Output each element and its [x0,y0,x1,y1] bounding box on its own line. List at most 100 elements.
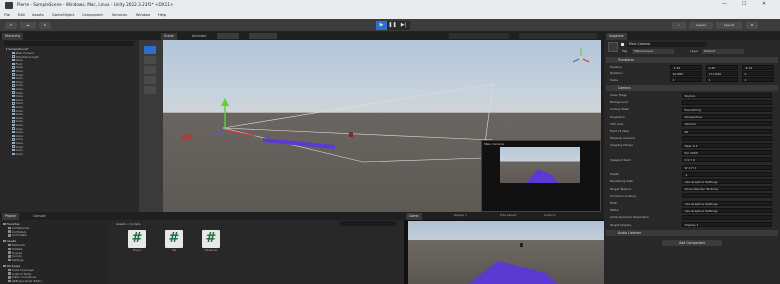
settings-icon[interactable]: ⚙ [746,22,758,29]
transform-header[interactable]: Transform [606,57,778,63]
property-value[interactable] [682,99,772,105]
property-value[interactable]: 60 [682,128,772,134]
scene-tabstrip: Scene Animator [139,32,601,40]
layout-dropdown[interactable]: Layout [716,22,742,29]
property-value[interactable]: Far 1000 [682,150,772,156]
property-value[interactable]: Use Graphics Settings [682,200,772,206]
aspect-dropdown[interactable]: Free Aspect [500,213,516,217]
transform-x-field[interactable]: 10.685 [670,70,702,76]
property-value[interactable]: Perspective [682,114,772,120]
property-value[interactable]: Use Graphics Settings [682,178,772,184]
tab-hierarchy[interactable]: Hierarchy [2,33,24,40]
menu-help[interactable]: Help [158,13,166,17]
minimize-button[interactable]: — [722,1,727,7]
property-value[interactable]: Vertical [682,121,772,127]
property-value[interactable]: Display 1 [682,222,772,228]
script-asset[interactable]: # Obstacles [200,230,222,256]
tab-inspector[interactable]: Inspector [606,33,627,40]
tab-animator[interactable]: Animator [189,33,210,40]
hierarchy-item[interactable]: Cube [12,152,23,156]
property-value[interactable]: Use Graphics Settings [682,207,772,213]
rotate-tool-icon[interactable] [144,66,156,74]
property-value[interactable]: W 1 H 1 [682,164,772,170]
scene-view[interactable]: Main Camera [163,40,601,212]
rect-tool-icon[interactable] [144,86,156,94]
tab-game[interactable]: Game [406,213,422,220]
audio-listener-header[interactable]: Audio Listener [606,230,778,236]
property-value[interactable]: Skybox [682,92,772,98]
property-value[interactable]: Near 0.3 [682,142,772,148]
pause-icon[interactable]: ❚❚ [387,21,398,30]
menu-gameobject[interactable]: GameObject [52,13,74,17]
transform-z-field[interactable]: -6.13 [742,64,774,70]
transform-y-field[interactable]: 0.45 [706,64,738,70]
scene-view-options[interactable] [449,33,509,39]
transform-y-field[interactable]: 1 [706,77,738,83]
breadcrumb[interactable]: Assets > Scripts [116,222,140,226]
scene-gizmos-options[interactable] [519,33,597,39]
tab-scene[interactable]: Scene [161,33,177,40]
script-asset[interactable]: # Obj [163,230,185,256]
orientation-gizmo[interactable] [572,48,590,63]
transform-z-field[interactable]: 1 [742,77,774,83]
active-checkbox[interactable] [621,43,624,46]
gizmo-x-axis[interactable] [224,129,256,137]
cube-icon [12,152,15,156]
tag-dropdown[interactable]: MainCamera [632,48,674,54]
layers-dropdown[interactable]: Layers [689,22,713,29]
menu-window[interactable]: Window [136,13,150,17]
transform-z-field[interactable]: 0 [742,70,774,76]
gizmo-y-arrow[interactable] [221,98,229,106]
display-dropdown[interactable]: Display 1 [454,213,467,217]
hand-tool-icon[interactable] [144,46,156,54]
project-search-input[interactable] [340,221,396,226]
property-value[interactable] [682,193,772,199]
scene-center-dropdown[interactable] [217,33,239,39]
layer-dropdown[interactable]: Default [702,48,744,54]
camera-header[interactable]: Camera [606,85,778,91]
cube-object[interactable] [263,138,335,149]
tree-item[interactable]: JetBrains Rider Editor [8,279,42,283]
transform-y-field[interactable]: 171.669 [706,70,738,76]
property-value[interactable]: None (Render Texture) [682,186,772,192]
maximize-button[interactable]: ☐ [742,1,746,7]
property-value[interactable] [682,135,772,141]
menu-assets[interactable]: Assets [32,13,44,17]
play-icon[interactable]: ▶ [376,21,387,30]
property-value[interactable] [682,214,772,220]
tree-item[interactable]: All Prefabs [8,233,27,237]
add-component-button[interactable]: Add Component [662,240,722,246]
transform-x-field[interactable]: 1 [670,77,702,83]
menu-file[interactable]: File [4,13,10,17]
close-button[interactable]: ✕ [762,1,766,7]
property-value[interactable]: Everything [682,106,772,112]
property-value[interactable]: -1 [682,171,772,177]
red-object[interactable] [181,134,193,140]
hierarchy-search-input[interactable] [4,41,134,46]
scale-slider[interactable]: Scale 1x [544,213,556,217]
script-asset[interactable]: # Player [126,230,148,256]
menu-edit[interactable]: Edit [18,13,25,17]
folder-icon [8,234,11,237]
scale-tool-icon[interactable] [144,76,156,84]
property-value[interactable]: X 0 Y 0 [682,157,772,163]
small-object[interactable] [349,132,353,137]
account-button[interactable]: P [5,22,17,29]
scene-shading-dropdown[interactable] [249,33,277,39]
tree-item[interactable]: Settings [8,258,23,262]
tab-project[interactable]: Project [2,213,19,220]
cloud-icon[interactable]: ☁ [20,22,36,29]
menu-services[interactable]: Services [112,13,127,17]
menu-component[interactable]: Component [82,13,103,17]
object-name-field[interactable]: Main Camera [627,42,707,47]
gizmo-z-axis[interactable] [210,129,226,137]
tab-console[interactable]: Console [30,213,49,220]
camera-row: Viewport Rect X 0 Y 0 [610,157,776,163]
step-icon[interactable]: ▶| [398,21,409,30]
search-icon[interactable]: ⌕ [672,22,686,29]
game-viewport[interactable] [408,221,604,284]
collab-icon[interactable]: ⇅ [39,22,51,29]
transform-x-field[interactable]: -1.43 [670,64,702,70]
hierarchy-item-label: Cube [15,151,23,156]
move-tool-icon[interactable] [144,56,156,64]
